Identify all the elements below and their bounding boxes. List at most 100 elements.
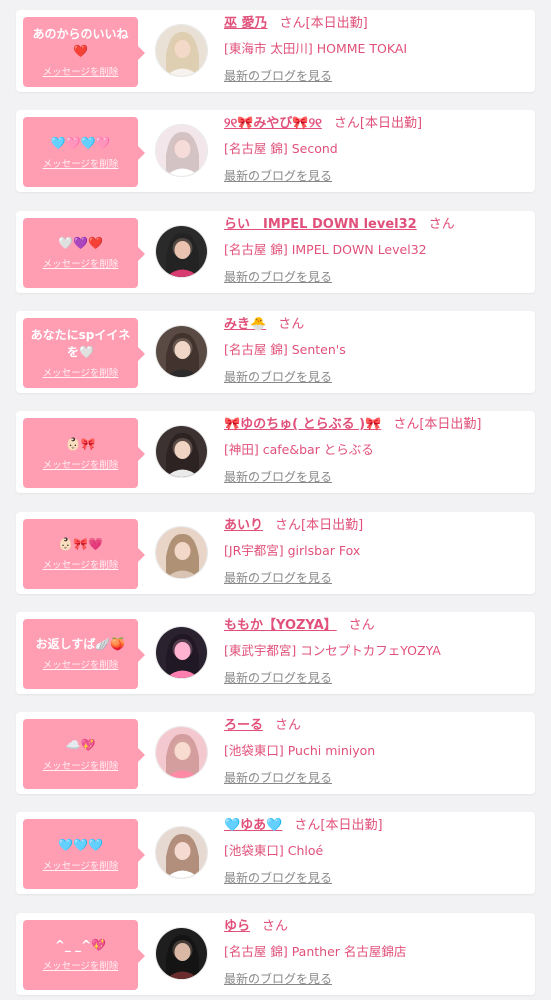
like-card: お返しすば🪽🍑 メッセージを削除 ももか【YOZYA】 さん [東武宇都宮] コン… bbox=[16, 611, 535, 694]
like-card: 🩵🩵🩵 メッセージを削除 🩵ゆあ🩵 さん[本日出勤] [池袋東口] Chloé 最… bbox=[16, 812, 535, 895]
message-bubble: 🩵🩷🩵🩷 メッセージを削除 bbox=[23, 117, 145, 188]
cast-name-link[interactable]: 🩵ゆあ🩵 bbox=[224, 818, 282, 833]
like-card: 🤍💜❤️ メッセージを削除 らい IMPEL DOWN level32 さん [名… bbox=[16, 210, 535, 293]
delete-message-link[interactable]: メッセージを削除 bbox=[43, 657, 119, 671]
latest-blog-link[interactable]: 最新のブログを見る bbox=[224, 564, 529, 590]
cast-name-link[interactable]: らい IMPEL DOWN level32 bbox=[224, 217, 417, 232]
message-text: お返しすば🪽🍑 bbox=[35, 637, 126, 652]
avatar-photo bbox=[156, 426, 207, 478]
san-suffix: さん bbox=[279, 16, 306, 31]
message-text: ^_ _^💖 bbox=[54, 938, 107, 953]
name-line: 巫 愛乃 さん[本日出勤] bbox=[224, 12, 529, 36]
like-card: あのからのいいね❤️ メッセージを削除 巫 愛乃 さん[本日出勤] [東海市 太田… bbox=[16, 10, 535, 92]
avatar[interactable] bbox=[155, 826, 208, 880]
name-line: 🎀ゆのちゅ( とらぶる )🎀 さん[本日出勤] bbox=[224, 413, 529, 437]
san-suffix: さん bbox=[262, 918, 289, 934]
message-bubble: 👶🏻🎀💗 メッセージを削除 bbox=[23, 518, 145, 589]
avatar-photo bbox=[156, 325, 207, 377]
delete-message-link[interactable]: メッセージを削除 bbox=[43, 758, 119, 772]
message-bubble: 👶🏻🎀 メッセージを削除 bbox=[23, 418, 145, 489]
message-text: 🤍💜❤️ bbox=[58, 236, 103, 251]
shop-info: [東武宇都宮] コンセプトカフェYOZYA bbox=[224, 642, 441, 658]
latest-blog-link[interactable]: 最新のブログを見る bbox=[224, 463, 529, 489]
delete-message-link[interactable]: メッセージを削除 bbox=[43, 557, 119, 571]
message-text: 👶🏻🎀💗 bbox=[58, 537, 103, 551]
name-line: あいり さん[本日出勤] bbox=[224, 514, 529, 538]
message-bubble: あなたにspイイネを🤍 メッセージを削除 bbox=[23, 317, 145, 388]
cast-info: ୨୧🎀みやび🎀୨୧ さん[本日出勤] [名古屋 錦] Second 最新のブログを… bbox=[224, 112, 529, 188]
shop-info: [名古屋 錦] Panther 名古屋錦店 bbox=[224, 943, 407, 959]
avatar[interactable] bbox=[155, 726, 208, 780]
cast-info: 🩵ゆあ🩵 さん[本日出勤] [池袋東口] Chloé 最新のブログを見る bbox=[224, 814, 529, 890]
like-card: 👶🏻🎀 メッセージを削除 🎀ゆのちゅ( とらぶる )🎀 さん[本日出勤] [神田]… bbox=[16, 411, 535, 494]
like-card: 🩵🩷🩵🩷 メッセージを削除 ୨୧🎀みやび🎀୨୧ さん[本日出勤] [名古屋 錦] … bbox=[16, 110, 535, 193]
latest-blog-link[interactable]: 最新のブログを見る bbox=[224, 363, 529, 389]
cast-info: 🎀ゆのちゅ( とらぶる )🎀 さん[本日出勤] [神田] cafe&bar とらぶ… bbox=[224, 413, 529, 489]
latest-blog-link[interactable]: 最新のブログを見る bbox=[224, 263, 529, 289]
avatar[interactable] bbox=[155, 425, 208, 479]
shop-info: [池袋東口] Chloé bbox=[224, 843, 324, 859]
latest-blog-link[interactable]: 最新のブログを見る bbox=[224, 764, 529, 790]
san-suffix: さん bbox=[294, 818, 321, 834]
avatar-photo bbox=[156, 25, 207, 76]
latest-blog-link[interactable]: 最新のブログを見る bbox=[224, 62, 529, 88]
message-text: ☁️💖 bbox=[65, 737, 96, 752]
delete-message-link[interactable]: メッセージを削除 bbox=[43, 156, 119, 170]
cast-name-link[interactable]: 🎀ゆのちゅ( とらぶる )🎀 bbox=[224, 417, 381, 432]
message-bubble: ^_ _^💖 メッセージを削除 bbox=[23, 919, 145, 990]
avatar[interactable] bbox=[155, 24, 208, 77]
avatar[interactable] bbox=[155, 926, 208, 980]
message-text: 👶🏻🎀 bbox=[65, 436, 96, 451]
message-bubble: お返しすば🪽🍑 メッセージを削除 bbox=[23, 618, 145, 689]
name-line: ろーる さん bbox=[224, 714, 529, 738]
avatar-photo bbox=[156, 526, 207, 578]
avatar-photo bbox=[156, 125, 207, 177]
shop-info: [東海市 太田川] HOMME TOKAI bbox=[224, 41, 408, 56]
attendance-badge: [本日出勤] bbox=[305, 16, 368, 31]
delete-message-link[interactable]: メッセージを削除 bbox=[43, 958, 119, 972]
cast-name-link[interactable]: ももか【YOZYA】 bbox=[224, 618, 337, 633]
delete-message-link[interactable]: メッセージを削除 bbox=[43, 64, 119, 78]
shop-info: [名古屋 錦] Senten's bbox=[224, 341, 346, 357]
avatar[interactable] bbox=[155, 224, 208, 278]
delete-message-link[interactable]: メッセージを削除 bbox=[43, 858, 119, 872]
name-line: ୨୧🎀みやび🎀୨୧ さん[本日出勤] bbox=[224, 112, 529, 136]
cast-info: ろーる さん [池袋東口] Puchi miniyon 最新のブログを見る bbox=[224, 714, 529, 790]
delete-message-link[interactable]: メッセージを削除 bbox=[43, 457, 119, 471]
avatar-photo bbox=[156, 727, 207, 779]
san-suffix: さん bbox=[348, 617, 375, 633]
name-line: らい IMPEL DOWN level32 さん bbox=[224, 213, 529, 237]
avatar[interactable] bbox=[155, 625, 208, 679]
shop-info: [JR宇都宮] girlsbar Fox bbox=[224, 542, 361, 558]
latest-blog-link[interactable]: 最新のブログを見る bbox=[224, 965, 529, 991]
san-suffix: さん bbox=[278, 316, 305, 332]
latest-blog-link[interactable]: 最新のブログを見る bbox=[224, 162, 529, 188]
cast-info: あいり さん[本日出勤] [JR宇都宮] girlsbar Fox 最新のブログを… bbox=[224, 514, 529, 590]
avatar[interactable] bbox=[155, 124, 208, 178]
delete-message-link[interactable]: メッセージを削除 bbox=[43, 365, 119, 379]
name-line: みき🐣 さん bbox=[224, 313, 529, 337]
cast-name-link[interactable]: ୨୧🎀みやび🎀୨୧ bbox=[224, 116, 322, 131]
like-card: 👶🏻🎀💗 メッセージを削除 あいり さん[本日出勤] [JR宇都宮] girlsb… bbox=[16, 511, 535, 594]
name-line: ゆら さん bbox=[224, 915, 529, 939]
latest-blog-link[interactable]: 最新のブログを見る bbox=[224, 664, 529, 690]
cast-name-link[interactable]: ろーる bbox=[224, 718, 263, 733]
avatar[interactable] bbox=[155, 324, 208, 378]
shop-info: [名古屋 錦] Second bbox=[224, 141, 338, 157]
cast-name-link[interactable]: ゆら bbox=[224, 919, 250, 934]
cast-info: 巫 愛乃 さん[本日出勤] [東海市 太田川] HOMME TOKAI 最新のブロ… bbox=[224, 12, 529, 88]
cast-info: ゆら さん [名古屋 錦] Panther 名古屋錦店 最新のブログを見る bbox=[224, 915, 529, 991]
latest-blog-link[interactable]: 最新のブログを見る bbox=[224, 864, 529, 890]
avatar[interactable] bbox=[155, 525, 208, 579]
san-suffix: さん bbox=[393, 417, 420, 433]
attendance-badge: [本日出勤] bbox=[359, 116, 423, 132]
cast-info: らい IMPEL DOWN level32 さん [名古屋 錦] IMPEL DO… bbox=[224, 213, 529, 289]
cast-name-link[interactable]: 巫 愛乃 bbox=[224, 16, 268, 31]
cast-name-link[interactable]: みき🐣 bbox=[224, 317, 266, 332]
name-line: 🩵ゆあ🩵 さん[本日出勤] bbox=[224, 814, 529, 838]
san-suffix: さん bbox=[275, 718, 302, 734]
cast-name-link[interactable]: あいり bbox=[224, 518, 263, 533]
delete-message-link[interactable]: メッセージを削除 bbox=[43, 256, 119, 270]
shop-info: [池袋東口] Puchi miniyon bbox=[224, 743, 376, 759]
attendance-badge: [本日出勤] bbox=[419, 417, 482, 433]
